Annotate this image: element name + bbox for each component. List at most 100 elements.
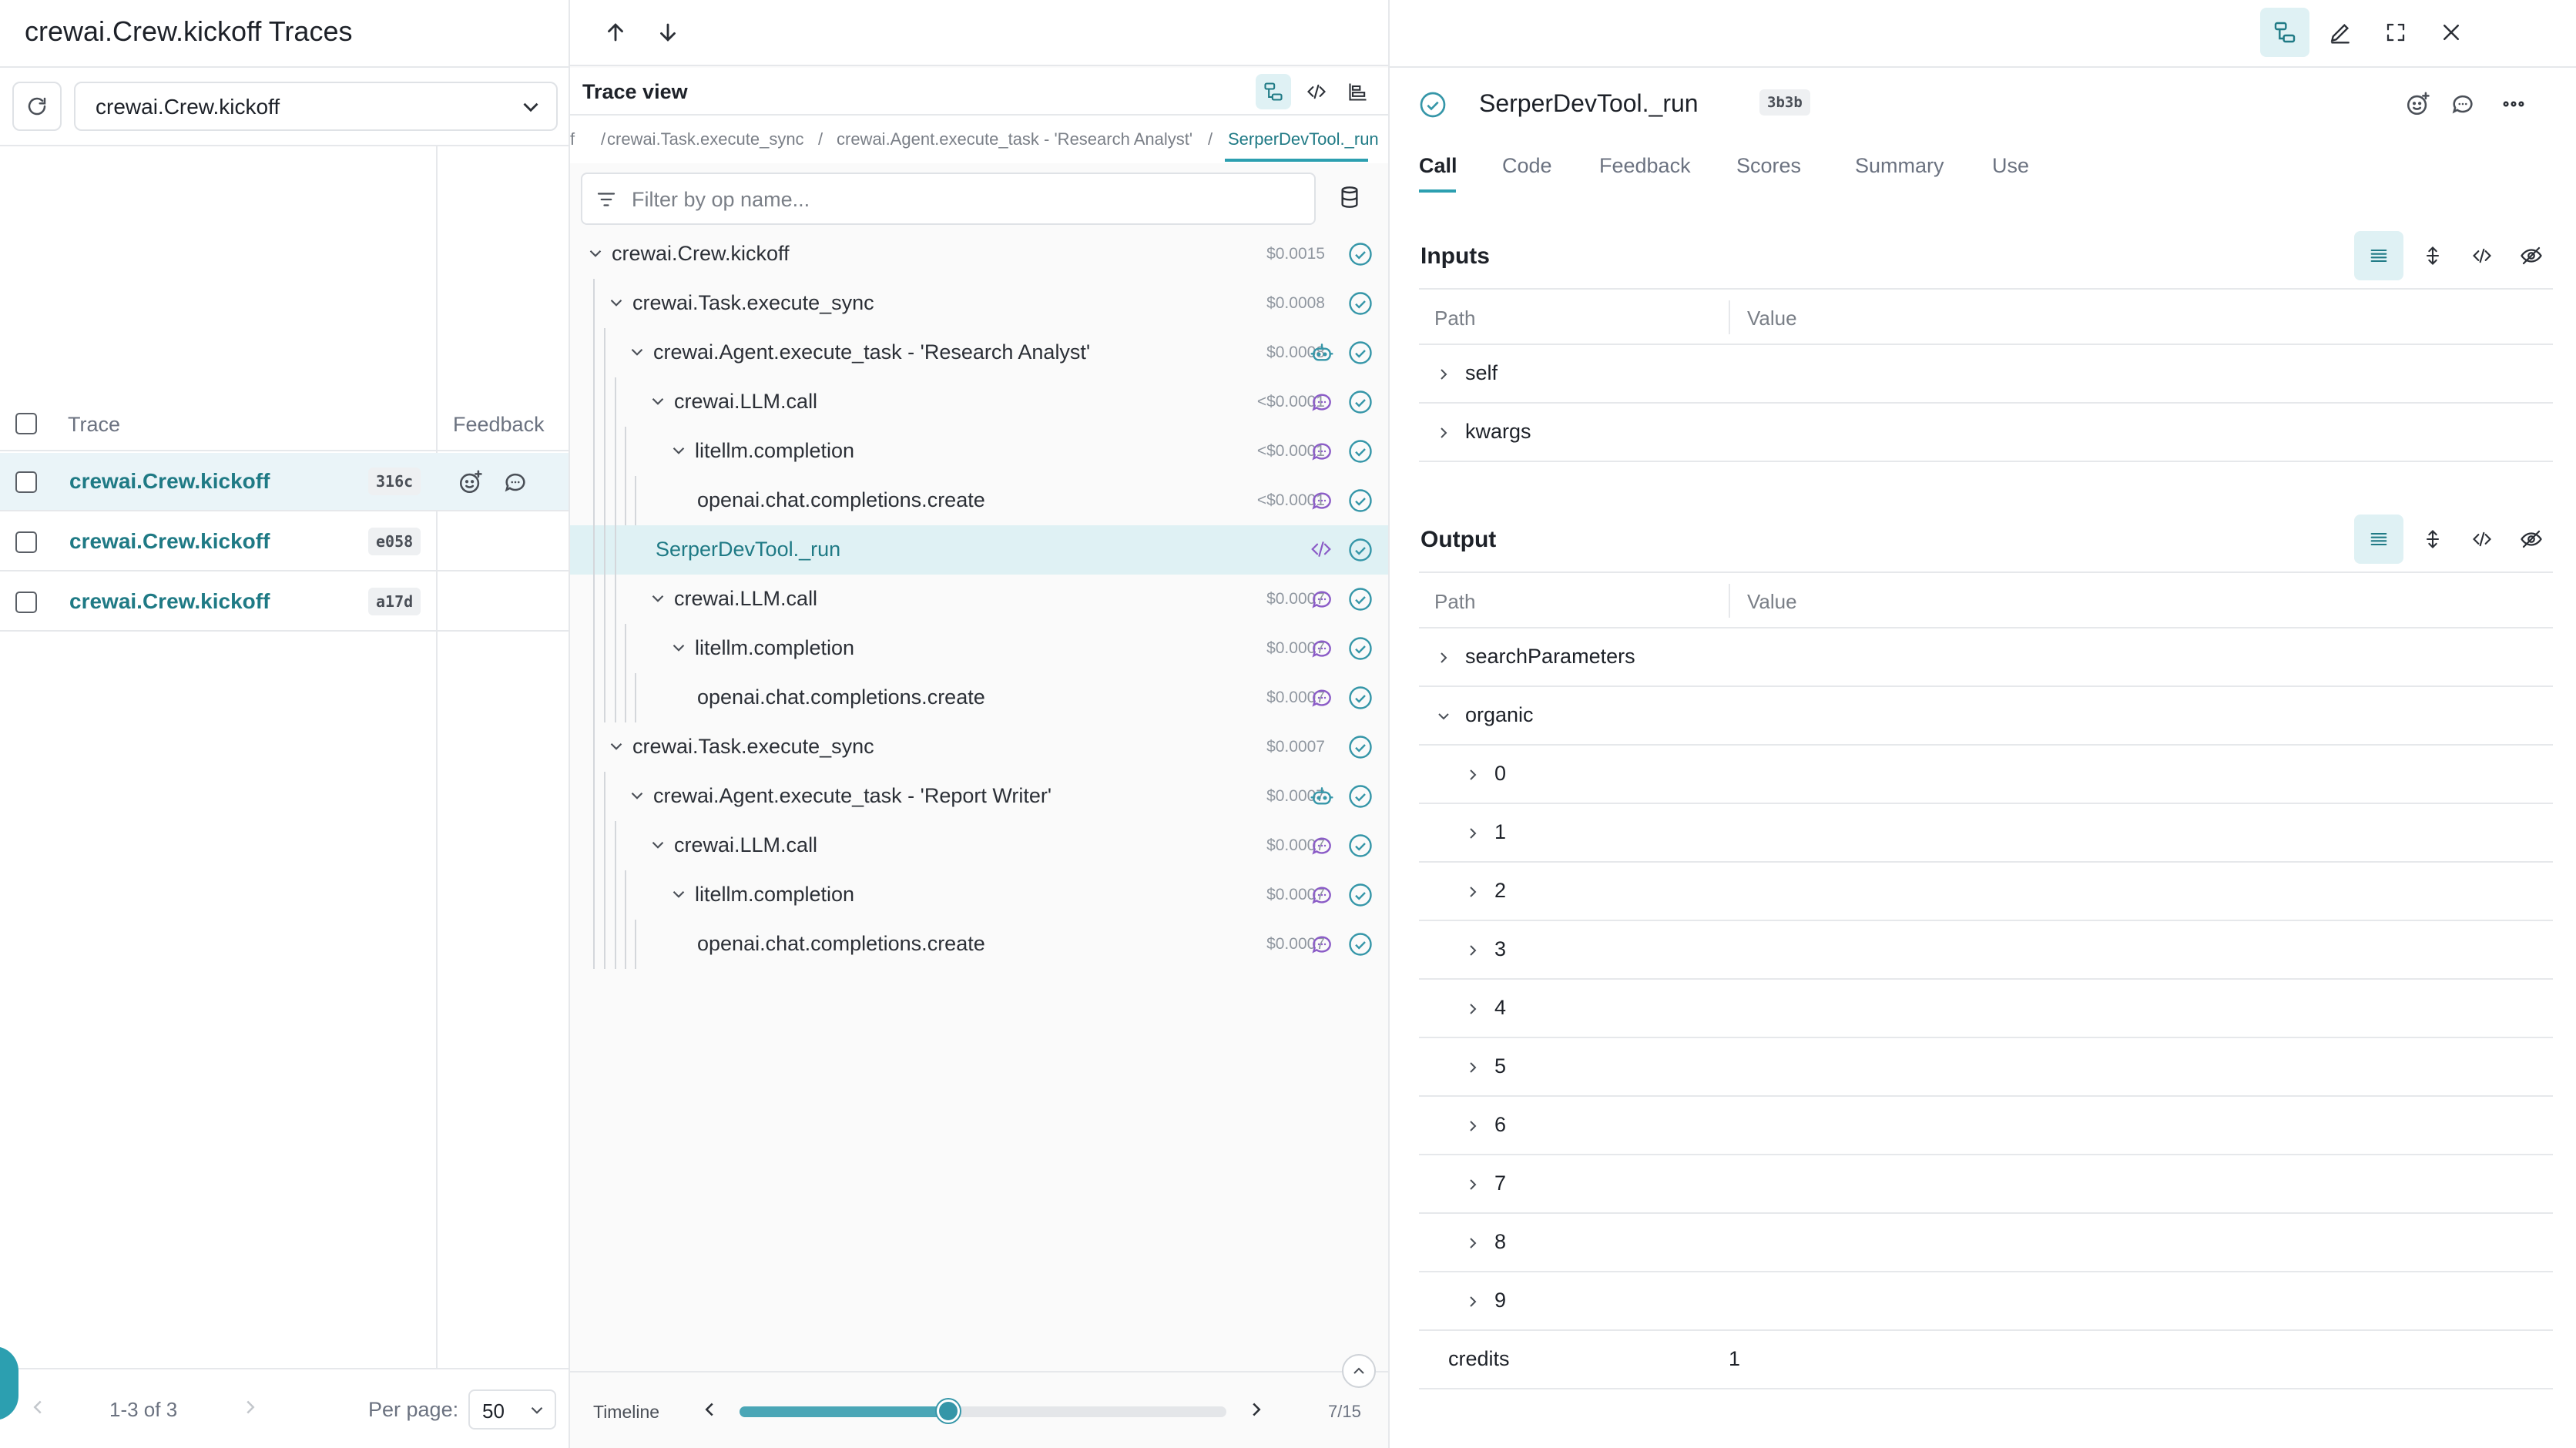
property-row[interactable]: 2	[1419, 863, 2553, 921]
trace-tree-node[interactable]: crewai.Task.execute_sync $0.0008	[570, 279, 1388, 328]
breadcrumb-item[interactable]: crewai.Task.execute_sync	[607, 129, 804, 149]
edit-button[interactable]	[2316, 8, 2365, 57]
add-comment-icon[interactable]	[2450, 91, 2476, 117]
op-filter-input[interactable]	[632, 185, 1294, 214]
trace-tree-node[interactable]: crewai.Agent.execute_task - 'Report Writ…	[570, 772, 1388, 821]
chevron-down-icon[interactable]	[648, 391, 668, 411]
chevron-down-icon[interactable]	[627, 342, 647, 362]
column-header-trace[interactable]: Trace	[68, 413, 120, 437]
chevron-down-icon[interactable]	[648, 835, 668, 855]
tab-summary[interactable]: Summary	[1855, 154, 1944, 178]
trace-name-link[interactable]: crewai.Crew.kickoff	[69, 589, 270, 614]
previous-trace-button[interactable]	[602, 19, 629, 45]
property-row[interactable]: 5	[1419, 1038, 2553, 1097]
timeline-view-button[interactable]	[1340, 74, 1376, 109]
op-name-select[interactable]: crewai.Crew.kickoff	[74, 82, 558, 131]
chevron-right-icon[interactable]	[1464, 1234, 1482, 1252]
fullscreen-button[interactable]	[2371, 8, 2420, 57]
chevron-down-icon[interactable]	[669, 441, 689, 461]
chevron-down-icon[interactable]	[648, 588, 668, 608]
property-row[interactable]: self	[1419, 345, 2553, 404]
json-view-button[interactable]	[2457, 231, 2507, 280]
trace-tree-node[interactable]: SerperDevTool._run	[570, 525, 1388, 575]
chevron-right-icon[interactable]	[1464, 824, 1482, 843]
trace-name-link[interactable]: crewai.Crew.kickoff	[69, 529, 270, 554]
property-row[interactable]: 9	[1419, 1272, 2553, 1331]
expand-all-button[interactable]	[2408, 515, 2457, 564]
chevron-right-icon[interactable]	[1464, 1175, 1482, 1194]
close-button[interactable]	[2427, 8, 2476, 57]
trace-tree-node[interactable]: litellm.completion $0.0007	[570, 870, 1388, 920]
chevron-right-icon[interactable]	[1464, 1000, 1482, 1018]
property-row[interactable]: 8	[1419, 1214, 2553, 1272]
add-reaction-icon[interactable]	[458, 469, 484, 495]
code-view-button[interactable]	[1299, 74, 1334, 109]
select-all-checkbox[interactable]	[15, 413, 37, 434]
table-row[interactable]: crewai.Crew.kickoff a17d	[0, 573, 569, 632]
tree-view-button[interactable]	[1256, 74, 1291, 109]
chevron-right-icon[interactable]	[1464, 883, 1482, 901]
more-options-icon[interactable]	[2501, 91, 2527, 117]
trace-tree-node[interactable]: openai.chat.completions.create <$0.0001	[570, 476, 1388, 525]
table-row[interactable]: crewai.Crew.kickoff e058	[0, 513, 569, 571]
next-trace-button[interactable]	[655, 19, 681, 45]
refresh-button[interactable]	[12, 82, 62, 131]
property-row[interactable]: 1	[1419, 804, 2553, 863]
tab-feedback[interactable]: Feedback	[1599, 154, 1691, 178]
next-page-button[interactable]	[239, 1396, 262, 1419]
tree-view-toggle[interactable]	[2260, 8, 2309, 57]
trace-tree-node[interactable]: crewai.LLM.call $0.0007	[570, 821, 1388, 870]
row-checkbox[interactable]	[15, 531, 37, 553]
breadcrumb-item-current[interactable]: SerperDevTool._run	[1228, 129, 1379, 149]
timeline-slider-thumb[interactable]	[937, 1399, 960, 1423]
chevron-down-icon[interactable]	[1434, 707, 1453, 726]
table-row[interactable]: crewai.Crew.kickoff 316c	[0, 453, 569, 511]
property-row[interactable]: searchParameters	[1419, 628, 2553, 687]
chevron-down-icon[interactable]	[669, 638, 689, 658]
tab-use[interactable]: Use	[1992, 154, 2029, 178]
trace-tree-node[interactable]: openai.chat.completions.create $0.0007	[570, 673, 1388, 722]
previous-page-button[interactable]	[26, 1396, 49, 1419]
property-row[interactable]: 7	[1419, 1155, 2553, 1214]
breadcrumb-item[interactable]: crewai.Agent.execute_task - 'Research An…	[837, 129, 1192, 149]
breadcrumb-item[interactable]: f	[570, 129, 575, 149]
row-checkbox[interactable]	[15, 592, 37, 613]
per-page-select[interactable]: 50	[468, 1389, 556, 1430]
floating-action-button[interactable]	[0, 1346, 18, 1420]
expand-all-button[interactable]	[2408, 231, 2457, 280]
chevron-right-icon[interactable]	[1464, 941, 1482, 960]
chevron-down-icon[interactable]	[606, 736, 626, 756]
tab-call[interactable]: Call	[1419, 154, 1457, 178]
property-row[interactable]: organic	[1419, 687, 2553, 746]
chevron-right-icon[interactable]	[1464, 766, 1482, 784]
trace-tree-node[interactable]: crewai.Agent.execute_task - 'Research An…	[570, 328, 1388, 377]
property-row[interactable]: 3	[1419, 921, 2553, 980]
list-view-button[interactable]	[2354, 515, 2403, 564]
chevron-down-icon[interactable]	[585, 243, 605, 263]
trace-tree-node[interactable]: litellm.completion <$0.0001	[570, 427, 1388, 476]
tab-code[interactable]: Code	[1502, 154, 1552, 178]
json-view-button[interactable]	[2457, 515, 2507, 564]
property-row[interactable]: 4	[1419, 980, 2553, 1038]
trace-tree-node[interactable]: litellm.completion $0.0007	[570, 624, 1388, 673]
trace-tree-node[interactable]: crewai.LLM.call $0.0007	[570, 575, 1388, 624]
hide-button[interactable]	[2507, 231, 2556, 280]
timeline-previous-button[interactable]	[698, 1398, 721, 1421]
add-reaction-icon[interactable]	[2405, 91, 2431, 117]
database-icon[interactable]	[1337, 185, 1362, 209]
timeline-slider[interactable]	[740, 1399, 1226, 1423]
timeline-next-button[interactable]	[1245, 1398, 1268, 1421]
trace-tree-node[interactable]: openai.chat.completions.create $0.0007	[570, 920, 1388, 969]
trace-name-link[interactable]: crewai.Crew.kickoff	[69, 469, 270, 494]
chevron-right-icon[interactable]	[1434, 365, 1453, 384]
collapse-timeline-button[interactable]	[1342, 1354, 1376, 1388]
tab-scores[interactable]: Scores	[1736, 154, 1801, 178]
list-view-button[interactable]	[2354, 231, 2403, 280]
trace-tree-node[interactable]: crewai.Crew.kickoff $0.0015	[570, 230, 1388, 279]
property-row[interactable]: 0	[1419, 746, 2553, 804]
chevron-right-icon[interactable]	[1464, 1292, 1482, 1311]
chevron-down-icon[interactable]	[627, 786, 647, 806]
chevron-right-icon[interactable]	[1464, 1058, 1482, 1077]
add-comment-icon[interactable]	[502, 469, 528, 495]
chevron-right-icon[interactable]	[1434, 424, 1453, 442]
